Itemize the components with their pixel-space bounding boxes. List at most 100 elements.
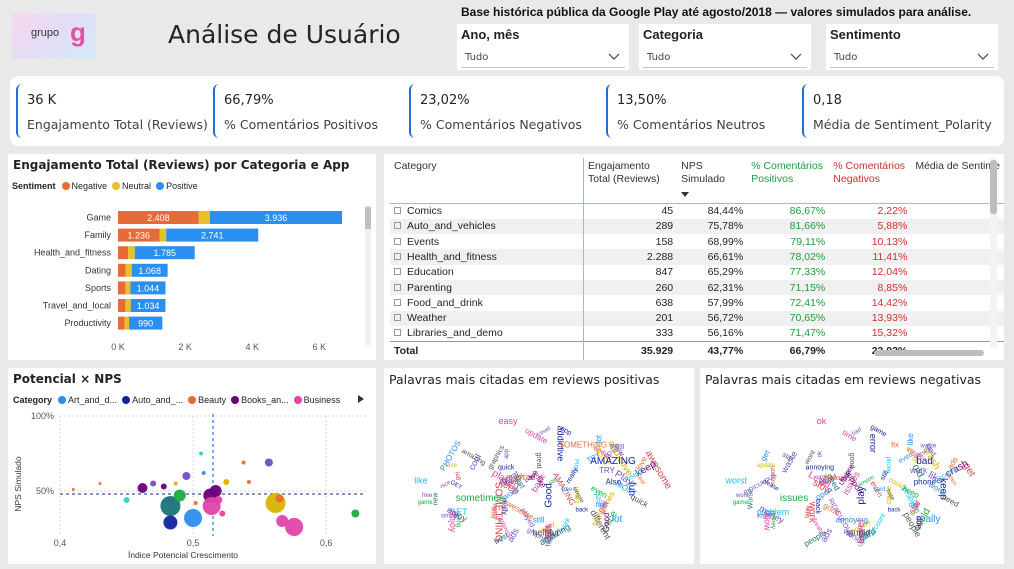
- column-header[interactable]: % Comentários Positivos: [747, 158, 830, 204]
- bar-segment-neutral[interactable]: [198, 211, 210, 224]
- negative-pct-cell: 14,42%: [871, 296, 908, 309]
- wordcloud-word: sometimes: [456, 493, 504, 504]
- bar-segment-neutral[interactable]: [125, 299, 131, 312]
- scatter-point[interactable]: [264, 458, 273, 467]
- engagement-cell: 158: [655, 235, 674, 248]
- x-tick-label: 0,4: [54, 538, 67, 548]
- scatter-point[interactable]: [241, 460, 246, 465]
- slicer-dropdown[interactable]: Tudo: [830, 49, 994, 68]
- scrollbar-track[interactable]: [365, 205, 371, 345]
- wordcloud-word: quick: [498, 464, 515, 471]
- wordcloud-word: new: [432, 492, 439, 506]
- slicer-dropdown[interactable]: Tudo: [461, 49, 625, 68]
- bar-segment-neutral[interactable]: [159, 228, 167, 242]
- scatter-point[interactable]: [199, 451, 204, 456]
- category-label: Comics: [407, 205, 443, 218]
- bar-segment-negative[interactable]: [118, 299, 126, 312]
- kpi-value: 23,02%: [420, 93, 470, 108]
- slicer-year-month[interactable]: Ano, mês Tudo: [457, 24, 629, 70]
- nps-cell: 75,78%: [677, 218, 748, 235]
- category-label: Libraries_and_demo: [407, 327, 503, 340]
- scatter-point[interactable]: [214, 496, 223, 504]
- expand-icon[interactable]: [394, 268, 401, 276]
- category-label: Events: [407, 235, 440, 248]
- bar-data-label: 1.034: [137, 301, 160, 311]
- table-row[interactable]: Libraries_and_demo 333 56,16% 71,47% 15,32%: [390, 325, 1004, 342]
- slicer-sentiment[interactable]: Sentimento Tudo: [826, 24, 998, 70]
- scatter-point[interactable]: [137, 483, 148, 493]
- x-tick-label: 0,6: [320, 538, 333, 548]
- wordcloud-word: ok: [818, 450, 824, 457]
- table-row[interactable]: Weather 201 56,72% 70,65% 13,93%: [390, 310, 1004, 326]
- scatter-point[interactable]: [246, 480, 251, 484]
- scatter-point[interactable]: [351, 509, 360, 518]
- table-row[interactable]: Auto_and_vehicles 289 75,78% 81,66% 5,88%: [390, 218, 1004, 235]
- expand-icon[interactable]: [394, 237, 401, 245]
- scrollbar-thumb-horizontal[interactable]: [874, 350, 984, 356]
- scatter-point[interactable]: [163, 515, 178, 530]
- category-tick-label: Sports: [85, 283, 112, 293]
- scatter-point[interactable]: [219, 510, 226, 517]
- x-tick-label: 2 K: [178, 342, 192, 352]
- expand-icon[interactable]: [394, 314, 401, 322]
- wordcloud-word: great: [535, 453, 542, 469]
- bar-segment-neutral[interactable]: [124, 316, 130, 330]
- engagement-cell: 2.288: [583, 249, 678, 265]
- scrollbar-track-vertical[interactable]: [990, 158, 997, 348]
- scrollbar-thumb[interactable]: [365, 207, 371, 229]
- slicer-category[interactable]: Categoria Tudo: [639, 24, 811, 70]
- bar-segment-neutral[interactable]: [125, 281, 131, 295]
- expand-icon[interactable]: [394, 222, 401, 230]
- bar-segment-negative[interactable]: [118, 263, 126, 277]
- table-row[interactable]: Food_and_drink 638 57,99% 72,41% 14,42%: [390, 295, 1004, 311]
- bar-segment-negative[interactable]: [118, 316, 125, 330]
- bar-segment-negative[interactable]: [118, 246, 129, 260]
- bar-segment-neutral[interactable]: [128, 246, 135, 260]
- slicer-dropdown[interactable]: Tudo: [643, 49, 807, 68]
- table-row[interactable]: Comics 45 84,44% 86,67% 2,22%: [390, 203, 1004, 219]
- category-tick-label: Game: [86, 213, 111, 223]
- positive-pct-cell: 86,67%: [789, 205, 826, 218]
- bar-segment-neutral[interactable]: [125, 263, 132, 277]
- sort-desc-icon: [681, 192, 690, 197]
- wordcloud-word: card: [874, 487, 886, 493]
- bar-segment-negative[interactable]: [118, 281, 126, 295]
- scatter-point[interactable]: [150, 480, 157, 487]
- expand-icon[interactable]: [394, 283, 401, 291]
- scatter-point[interactable]: [209, 485, 222, 497]
- column-header[interactable]: % Comentários Negativos: [829, 158, 912, 204]
- scatter-point[interactable]: [173, 481, 178, 486]
- table-row[interactable]: Parenting 260 62,31% 71,15% 8,85%: [390, 279, 1004, 296]
- wordcloud-word: error: [868, 434, 878, 453]
- expand-icon[interactable]: [394, 329, 401, 337]
- kpi-value: 0,18: [813, 93, 842, 108]
- slicer-value: Tudo: [647, 52, 671, 63]
- scatter-point[interactable]: [71, 488, 75, 491]
- scatter-point[interactable]: [123, 497, 130, 503]
- scatter-point[interactable]: [223, 479, 230, 485]
- expand-icon[interactable]: [394, 207, 401, 215]
- bar-chart: Game 2.408 3.936 Family 1.236 2.741 Health_and…: [34, 211, 343, 352]
- category-cell: Auto_and_vehicles: [390, 218, 584, 235]
- scatter-point[interactable]: [160, 483, 167, 490]
- table-row[interactable]: Events 158 68,99% 79,11% 10,13%: [390, 234, 1004, 250]
- column-header[interactable]: NPS Simulado: [677, 158, 748, 204]
- table-row[interactable]: Education 847 65,29% 77,33% 12,04%: [390, 264, 1004, 280]
- data-source-note: Base histórica pública da Google Play at…: [461, 5, 972, 19]
- scatter-point[interactable]: [275, 494, 284, 503]
- scatter-point[interactable]: [173, 489, 186, 502]
- logo-text: grupo: [31, 27, 60, 39]
- expand-icon[interactable]: [394, 253, 401, 261]
- scatter-point[interactable]: [184, 509, 203, 527]
- x-tick-label: 6 K: [313, 342, 327, 352]
- scrollbar-thumb[interactable]: [990, 160, 997, 214]
- table-row[interactable]: Health_and_fitness 2.288 66,61% 78,02% 11,41…: [390, 249, 1004, 265]
- column-header[interactable]: Category: [390, 158, 584, 204]
- scatter-point[interactable]: [201, 471, 206, 475]
- scatter-point[interactable]: [98, 482, 102, 485]
- scatter-point[interactable]: [182, 472, 191, 480]
- scatter-point[interactable]: [193, 501, 198, 505]
- scatter-point[interactable]: [285, 518, 304, 536]
- column-header[interactable]: Engajamento Total (Reviews): [583, 158, 678, 204]
- expand-icon[interactable]: [394, 298, 401, 306]
